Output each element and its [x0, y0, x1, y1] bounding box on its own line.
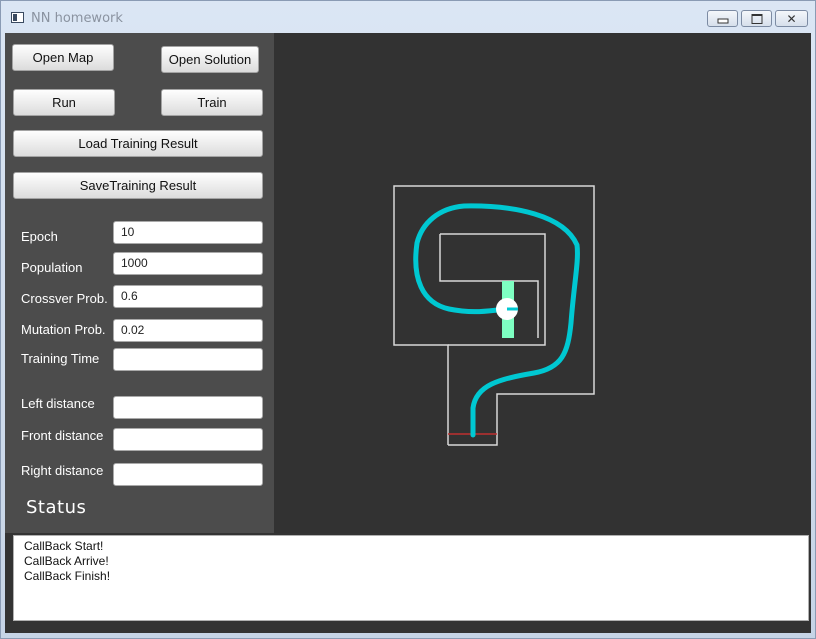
epoch-field[interactable]: 10 [113, 221, 263, 244]
maximize-icon [751, 13, 762, 24]
right-distance-label: Right distance [21, 463, 104, 478]
left-distance-field[interactable] [113, 396, 263, 419]
population-label: Population [21, 260, 83, 275]
open-map-button[interactable]: Open Map [12, 44, 114, 71]
window-title: NN homework [31, 11, 123, 26]
mutation-prob-field[interactable]: 0.02 [113, 319, 263, 342]
log-line: CallBack Start! [24, 539, 104, 553]
log-line: CallBack Arrive! [24, 554, 109, 568]
status-log[interactable]: CallBack Start! CallBack Arrive! CallBac… [13, 535, 809, 621]
open-solution-button[interactable]: Open Solution [161, 46, 259, 73]
status-heading: Status [26, 497, 87, 518]
minimize-icon [717, 18, 728, 23]
crossover-prob-label: Crossver Prob. [21, 291, 108, 306]
epoch-label: Epoch [21, 229, 58, 244]
load-training-result-button[interactable]: Load Training Result [13, 130, 263, 157]
inner-stub-wall [439, 234, 539, 338]
map-canvas[interactable] [274, 33, 811, 533]
crossover-prob-field[interactable]: 0.6 [113, 285, 263, 308]
minimize-button[interactable] [707, 10, 738, 27]
right-distance-field[interactable] [113, 463, 263, 486]
client-area: Open Map Open Solution Run Train Load Tr… [5, 33, 811, 633]
front-distance-field[interactable] [113, 428, 263, 451]
mutation-prob-label: Mutation Prob. [21, 322, 106, 337]
track-map [393, 185, 595, 446]
save-training-result-button[interactable]: SaveTraining Result [13, 172, 263, 199]
app-window: NN homework ✕ Open Map Open Solution Run… [0, 0, 816, 639]
title-bar[interactable]: NN homework ✕ [1, 1, 815, 33]
control-panel: Open Map Open Solution Run Train Load Tr… [5, 33, 274, 533]
left-distance-label: Left distance [21, 396, 95, 411]
front-distance-label: Front distance [21, 428, 104, 443]
app-icon [11, 12, 24, 23]
inner-wall [440, 233, 546, 346]
train-button[interactable]: Train [161, 89, 263, 116]
maximize-button[interactable] [741, 10, 772, 27]
close-icon: ✕ [786, 11, 797, 26]
log-line: CallBack Finish! [24, 569, 111, 583]
training-time-label: Training Time [21, 351, 100, 366]
close-button[interactable]: ✕ [775, 10, 808, 27]
run-button[interactable]: Run [13, 89, 115, 116]
population-field[interactable]: 1000 [113, 252, 263, 275]
training-time-field[interactable] [113, 348, 263, 371]
